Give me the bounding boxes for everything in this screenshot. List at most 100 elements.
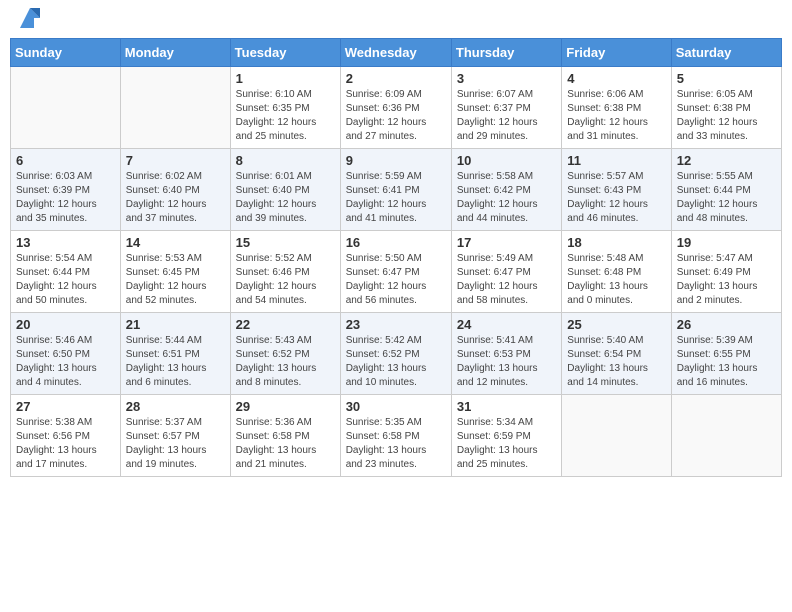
day-info: Sunrise: 5:34 AM Sunset: 6:59 PM Dayligh… — [457, 416, 556, 472]
day-number: 26 — [677, 317, 776, 332]
calendar-cell: 3Sunrise: 6:07 AM Sunset: 6:37 PM Daylig… — [451, 67, 561, 149]
day-number: 19 — [677, 235, 776, 250]
calendar-cell: 19 Sunrise: 5:47 AM Sunset: 6:49 PM Dayli… — [671, 231, 781, 313]
day-number: 16 — [346, 235, 446, 250]
calendar-cell: 24 Sunrise: 5:41 AM Sunset: 6:53 PM Dayli… — [451, 313, 561, 395]
calendar-cell — [671, 395, 781, 477]
day-number: 18 — [567, 235, 665, 250]
day-number: 8 — [236, 153, 335, 168]
day-number: 27 — [16, 399, 115, 414]
calendar-cell: 25 Sunrise: 5:40 AM Sunset: 6:54 PM Dayli… — [562, 313, 671, 395]
day-number: 13 — [16, 235, 115, 250]
day-info: Sunrise: 5:50 AM Sunset: 6:47 PM Dayligh… — [346, 252, 446, 308]
day-number: 21 — [126, 317, 225, 332]
day-number: 29 — [236, 399, 335, 414]
day-info: Sunrise: 5:49 AM Sunset: 6:47 PM Dayligh… — [457, 252, 556, 308]
calendar-cell: 1Sunrise: 6:10 AM Sunset: 6:35 PM Daylig… — [230, 67, 340, 149]
day-header-tuesday: Tuesday — [230, 39, 340, 67]
day-header-friday: Friday — [562, 39, 671, 67]
day-info: Sunrise: 6:09 AM Sunset: 6:36 PM Dayligh… — [346, 88, 446, 144]
day-info: Sunrise: 5:58 AM Sunset: 6:42 PM Dayligh… — [457, 170, 556, 226]
day-info: Sunrise: 5:38 AM Sunset: 6:56 PM Dayligh… — [16, 416, 115, 472]
calendar-cell: 4 Sunrise: 6:06 AM Sunset: 6:38 PM Daylig… — [562, 67, 671, 149]
day-info: Sunrise: 5:57 AM Sunset: 6:43 PM Dayligh… — [567, 170, 665, 226]
day-info: Sunrise: 5:43 AM Sunset: 6:52 PM Dayligh… — [236, 334, 335, 390]
calendar-cell: 31 Sunrise: 5:34 AM Sunset: 6:59 PM Dayli… — [451, 395, 561, 477]
calendar-week-row: 6Sunrise: 6:03 AM Sunset: 6:39 PM Daylig… — [11, 149, 782, 231]
day-header-monday: Monday — [120, 39, 230, 67]
day-info: Sunrise: 6:01 AM Sunset: 6:40 PM Dayligh… — [236, 170, 335, 226]
day-info: Sunrise: 6:07 AM Sunset: 6:37 PM Dayligh… — [457, 88, 556, 144]
calendar-cell: 17 Sunrise: 5:49 AM Sunset: 6:47 PM Dayli… — [451, 231, 561, 313]
calendar-cell: 15 Sunrise: 5:52 AM Sunset: 6:46 PM Dayli… — [230, 231, 340, 313]
calendar-cell: 18 Sunrise: 5:48 AM Sunset: 6:48 PM Dayli… — [562, 231, 671, 313]
day-info: Sunrise: 5:44 AM Sunset: 6:51 PM Dayligh… — [126, 334, 225, 390]
calendar-cell: 9Sunrise: 5:59 AM Sunset: 6:41 PM Daylig… — [340, 149, 451, 231]
calendar-week-row: 13 Sunrise: 5:54 AM Sunset: 6:44 PM Dayli… — [11, 231, 782, 313]
calendar-week-row: 27 Sunrise: 5:38 AM Sunset: 6:56 PM Dayli… — [11, 395, 782, 477]
day-info: Sunrise: 5:42 AM Sunset: 6:52 PM Dayligh… — [346, 334, 446, 390]
day-info: Sunrise: 5:52 AM Sunset: 6:46 PM Dayligh… — [236, 252, 335, 308]
calendar-cell: 26Sunrise: 5:39 AM Sunset: 6:55 PM Dayli… — [671, 313, 781, 395]
day-number: 11 — [567, 153, 665, 168]
calendar-cell: 14Sunrise: 5:53 AM Sunset: 6:45 PM Dayli… — [120, 231, 230, 313]
day-number: 24 — [457, 317, 556, 332]
day-number: 22 — [236, 317, 335, 332]
calendar-cell: 5 Sunrise: 6:05 AM Sunset: 6:38 PM Daylig… — [671, 67, 781, 149]
day-info: Sunrise: 5:40 AM Sunset: 6:54 PM Dayligh… — [567, 334, 665, 390]
day-info: Sunrise: 5:36 AM Sunset: 6:58 PM Dayligh… — [236, 416, 335, 472]
day-number: 23 — [346, 317, 446, 332]
day-info: Sunrise: 5:47 AM Sunset: 6:49 PM Dayligh… — [677, 252, 776, 308]
calendar-cell: 11 Sunrise: 5:57 AM Sunset: 6:43 PM Dayli… — [562, 149, 671, 231]
day-info: Sunrise: 5:55 AM Sunset: 6:44 PM Dayligh… — [677, 170, 776, 226]
day-number: 9 — [346, 153, 446, 168]
day-info: Sunrise: 5:48 AM Sunset: 6:48 PM Dayligh… — [567, 252, 665, 308]
calendar-cell: 16 Sunrise: 5:50 AM Sunset: 6:47 PM Dayli… — [340, 231, 451, 313]
day-info: Sunrise: 6:06 AM Sunset: 6:38 PM Dayligh… — [567, 88, 665, 144]
day-number: 5 — [677, 71, 776, 86]
day-number: 15 — [236, 235, 335, 250]
calendar-cell: 30Sunrise: 5:35 AM Sunset: 6:58 PM Dayli… — [340, 395, 451, 477]
day-number: 20 — [16, 317, 115, 332]
day-info: Sunrise: 6:05 AM Sunset: 6:38 PM Dayligh… — [677, 88, 776, 144]
calendar-cell: 28 Sunrise: 5:37 AM Sunset: 6:57 PM Dayli… — [120, 395, 230, 477]
day-info: Sunrise: 5:54 AM Sunset: 6:44 PM Dayligh… — [16, 252, 115, 308]
logo-icon — [16, 4, 44, 32]
calendar-cell — [11, 67, 121, 149]
calendar-cell: 10Sunrise: 5:58 AM Sunset: 6:42 PM Dayli… — [451, 149, 561, 231]
calendar-week-row: 20 Sunrise: 5:46 AM Sunset: 6:50 PM Dayli… — [11, 313, 782, 395]
day-number: 17 — [457, 235, 556, 250]
day-header-saturday: Saturday — [671, 39, 781, 67]
day-number: 6 — [16, 153, 115, 168]
day-number: 31 — [457, 399, 556, 414]
calendar-cell: 27 Sunrise: 5:38 AM Sunset: 6:56 PM Dayli… — [11, 395, 121, 477]
calendar-week-row: 1Sunrise: 6:10 AM Sunset: 6:35 PM Daylig… — [11, 67, 782, 149]
day-info: Sunrise: 5:37 AM Sunset: 6:57 PM Dayligh… — [126, 416, 225, 472]
calendar-cell: 22 Sunrise: 5:43 AM Sunset: 6:52 PM Dayli… — [230, 313, 340, 395]
day-number: 2 — [346, 71, 446, 86]
calendar-cell: 2 Sunrise: 6:09 AM Sunset: 6:36 PM Daylig… — [340, 67, 451, 149]
day-number: 12 — [677, 153, 776, 168]
calendar-header-row: SundayMondayTuesdayWednesdayThursdayFrid… — [11, 39, 782, 67]
calendar-cell: 29 Sunrise: 5:36 AM Sunset: 6:58 PM Dayli… — [230, 395, 340, 477]
calendar-cell: 21 Sunrise: 5:44 AM Sunset: 6:51 PM Dayli… — [120, 313, 230, 395]
day-info: Sunrise: 5:46 AM Sunset: 6:50 PM Dayligh… — [16, 334, 115, 390]
day-header-thursday: Thursday — [451, 39, 561, 67]
day-number: 4 — [567, 71, 665, 86]
day-number: 14 — [126, 235, 225, 250]
day-number: 30 — [346, 399, 446, 414]
page-header — [10, 10, 782, 34]
logo — [14, 10, 44, 34]
day-header-sunday: Sunday — [11, 39, 121, 67]
day-info: Sunrise: 5:41 AM Sunset: 6:53 PM Dayligh… — [457, 334, 556, 390]
calendar-cell: 20 Sunrise: 5:46 AM Sunset: 6:50 PM Dayli… — [11, 313, 121, 395]
day-number: 28 — [126, 399, 225, 414]
day-number: 7 — [126, 153, 225, 168]
day-number: 25 — [567, 317, 665, 332]
day-number: 1 — [236, 71, 335, 86]
calendar-cell: 23 Sunrise: 5:42 AM Sunset: 6:52 PM Dayli… — [340, 313, 451, 395]
calendar-cell: 8 Sunrise: 6:01 AM Sunset: 6:40 PM Daylig… — [230, 149, 340, 231]
calendar-cell: 12 Sunrise: 5:55 AM Sunset: 6:44 PM Dayli… — [671, 149, 781, 231]
calendar-cell: 6Sunrise: 6:03 AM Sunset: 6:39 PM Daylig… — [11, 149, 121, 231]
calendar-cell: 7Sunrise: 6:02 AM Sunset: 6:40 PM Daylig… — [120, 149, 230, 231]
